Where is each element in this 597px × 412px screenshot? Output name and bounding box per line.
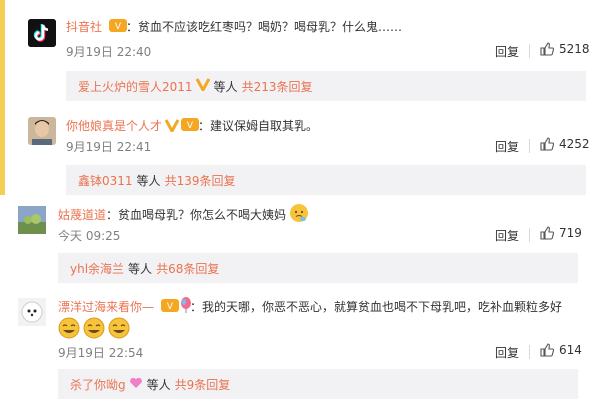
thumbs-up-icon [540,226,554,240]
level-badge-icon: V [181,117,199,136]
reply-button[interactable]: 回复 [495,227,519,244]
sub-reply-count[interactable]: 共213条回复 [242,78,313,95]
sub-replies-box[interactable]: 杀了你呦g 等人 共9条回复 [58,369,578,399]
sub-reply-count[interactable]: 共9条回复 [175,376,231,393]
sub-reply-etc: 等人 [213,79,238,94]
avatar[interactable] [28,117,56,145]
like-button[interactable]: 614 [540,343,582,357]
like-button[interactable]: 4252 [540,137,590,151]
level-badge-icon: V [161,298,179,317]
reply-button[interactable]: 回复 [495,138,519,155]
avatar[interactable] [18,298,46,326]
sub-reply-username[interactable]: 杀了你呦g [70,376,126,393]
divider [529,345,530,359]
thumbs-up-icon [540,343,554,357]
comment-username[interactable]: 你他娘真是个人才 [66,117,162,134]
comment-text: ：贫血喝母乳？你怎么不喝大姨妈 [106,208,287,222]
comment-time: 9月19日 22:54 [58,346,144,360]
reply-button[interactable]: 回复 [495,344,519,361]
divider [529,228,530,242]
member-badge-icon: V [109,18,127,37]
like-count: 4252 [559,137,590,151]
member-badge-icon [164,117,180,136]
thumbs-up-icon [540,42,554,56]
avatar[interactable] [18,206,46,234]
comment-username[interactable]: 漂洋过海来看你— [58,298,154,315]
comment-text: ：贫血不应该吃红枣吗？喝奶？喝母乳？什么鬼…… [126,20,403,34]
like-count: 719 [559,226,582,240]
sub-reply-etc: 等人 [128,261,153,276]
user-avatar-icon [28,117,56,145]
sub-reply-etc: 等人 [136,173,161,188]
divider [529,44,530,58]
divider [529,139,530,153]
comment-time: 9月19日 22:40 [66,45,152,59]
user-avatar-icon [18,206,46,234]
sub-reply-count[interactable]: 共68条回复 [156,260,219,277]
sub-replies-box[interactable]: 鑫钵0311 等人 共139条回复 [66,165,586,195]
sub-replies-box[interactable]: 爱上火炉的雪人2011 等人 共213条回复 [66,71,586,101]
reply-button[interactable]: 回复 [495,43,519,60]
like-count: 614 [559,343,582,357]
heart-icon [129,377,143,392]
member-badge-icon [195,78,210,94]
emoji-icon [58,317,130,343]
comment-text: ：建议保姆自取其乳。 [198,119,319,133]
svg-text:V: V [187,121,194,131]
comment-username[interactable]: 姑蔑道道 [58,206,106,223]
comment-time: 今天 09:25 [58,229,121,243]
sub-reply-username[interactable]: yhl余海兰 [70,260,124,277]
sub-replies-box[interactable]: yhl余海兰 等人 共68条回复 [58,253,578,283]
like-button[interactable]: 719 [540,226,582,240]
like-count: 5218 [559,42,590,56]
svg-text:V: V [115,22,122,32]
comment-text: ：我的天哪，你恶不恶心，就算贫血也喝不下母乳吧，吃补血颗粒多好 [190,300,563,314]
tiktok-logo-icon [28,19,56,47]
svg-text:V: V [167,302,174,312]
thumbs-up-icon [540,137,554,151]
like-button[interactable]: 5218 [540,42,590,56]
sub-reply-count[interactable]: 共139条回复 [165,172,236,189]
sub-reply-username[interactable]: 鑫钵0311 [78,172,133,189]
sub-reply-etc: 等人 [146,377,171,392]
sub-reply-username[interactable]: 爱上火炉的雪人2011 [78,78,193,95]
comment-time: 9月19日 22:41 [66,140,152,154]
avatar[interactable] [28,19,56,47]
emoji-icon [290,204,308,222]
user-avatar-icon [18,298,46,326]
comment-username[interactable]: 抖音社 [66,18,102,35]
